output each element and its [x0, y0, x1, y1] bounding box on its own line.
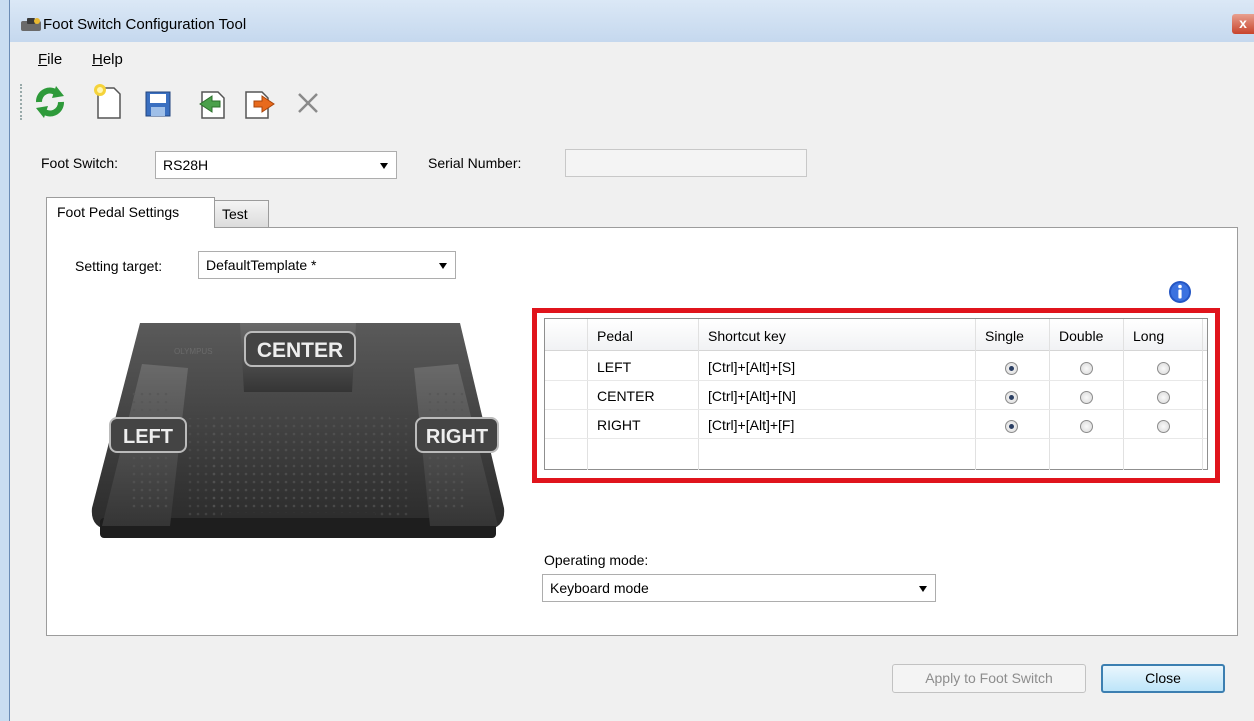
foot-switch-label: Foot Switch:	[41, 155, 119, 171]
apply-to-foot-switch-button[interactable]: Apply to Foot Switch	[892, 664, 1086, 693]
setting-target-value: DefaultTemplate *	[206, 257, 317, 273]
close-button[interactable]: Close	[1101, 664, 1225, 693]
column-header-single[interactable]: Single	[985, 328, 1024, 344]
column-divider	[1049, 319, 1050, 470]
column-divider	[698, 319, 699, 470]
serial-number-label: Serial Number:	[428, 155, 522, 171]
shortcut-key[interactable]: [Ctrl]+[Alt]+[F]	[708, 417, 794, 433]
foot-switch-value: RS28H	[163, 157, 209, 173]
tab-test-label: Test	[222, 206, 248, 222]
menu-help-rest: elp	[102, 51, 123, 68]
delete-button[interactable]	[288, 82, 328, 122]
window-title: Foot Switch Configuration Tool	[43, 16, 247, 33]
double-radio[interactable]	[1080, 391, 1093, 404]
save-button[interactable]	[138, 82, 178, 122]
shortcut-key[interactable]: [Ctrl]+[Alt]+[S]	[708, 359, 795, 375]
operating-mode-value: Keyboard mode	[550, 580, 649, 596]
row-divider	[545, 380, 1207, 381]
operating-mode-label: Operating mode:	[544, 552, 649, 568]
import-icon	[199, 91, 225, 119]
setting-target-dropdown[interactable]: DefaultTemplate *	[198, 251, 456, 279]
pedal-right-label: RIGHT	[426, 426, 488, 448]
column-header-pedal[interactable]: Pedal	[597, 328, 633, 344]
single-radio[interactable]	[1005, 362, 1018, 375]
refresh-icon	[36, 86, 64, 118]
double-radio[interactable]	[1080, 362, 1093, 375]
menu-file-rest: ile	[47, 51, 63, 68]
column-header-shortcut[interactable]: Shortcut key	[708, 328, 786, 344]
shortcut-key[interactable]: [Ctrl]+[Alt]+[N]	[708, 388, 796, 404]
single-radio[interactable]	[1005, 391, 1018, 404]
table-header	[545, 319, 1207, 351]
app-icon	[21, 18, 41, 31]
menu-file[interactable]: File	[38, 51, 62, 68]
tab-foot-pedal-settings[interactable]: Foot Pedal Settings	[46, 197, 215, 228]
setting-target-label: Setting target:	[75, 258, 163, 274]
chevron-down-icon	[919, 586, 927, 592]
toolbar-grip[interactable]	[20, 84, 22, 120]
pedal-left-label: LEFT	[123, 426, 173, 448]
tab-test[interactable]: Test	[214, 200, 269, 227]
pedal-center-label: CENTER	[257, 339, 343, 362]
pedal-name: CENTER	[597, 388, 655, 404]
export-icon	[245, 91, 275, 119]
new-file-icon	[94, 84, 121, 119]
column-header-double[interactable]: Double	[1059, 328, 1103, 344]
single-radio[interactable]	[1005, 420, 1018, 433]
close-window-button[interactable]: x	[1232, 14, 1254, 34]
long-radio[interactable]	[1157, 420, 1170, 433]
serial-number-field	[565, 149, 807, 177]
info-icon[interactable]	[1168, 280, 1192, 304]
delete-icon	[298, 93, 318, 113]
save-icon	[145, 91, 171, 117]
column-divider	[975, 319, 976, 470]
toolbar	[10, 76, 1254, 128]
pedal-name: RIGHT	[597, 417, 641, 433]
long-radio[interactable]	[1157, 362, 1170, 375]
pedal-brand-text: OLYMPUS	[174, 347, 213, 356]
app-window: Foot Switch Configuration Tool x File He…	[9, 0, 1254, 721]
pedal-settings-table: Pedal Shortcut key Single Double Long LE…	[544, 318, 1208, 470]
new-button[interactable]	[88, 82, 128, 122]
menu-bar: File Help	[10, 42, 1254, 72]
column-header-long[interactable]: Long	[1133, 328, 1164, 344]
column-divider	[1123, 319, 1124, 470]
chevron-down-icon	[439, 263, 447, 269]
import-button[interactable]	[190, 82, 230, 122]
export-button[interactable]	[240, 82, 280, 122]
refresh-button[interactable]	[30, 82, 70, 122]
menu-file-accel: F	[38, 51, 48, 68]
row-divider	[545, 438, 1207, 439]
menu-help[interactable]: Help	[92, 51, 123, 68]
foot-pedal-image: OLYMPUS CENTER LEFT RIGHT	[91, 323, 505, 538]
row-divider	[545, 409, 1207, 410]
pedal-name: LEFT	[597, 359, 632, 375]
column-divider	[1202, 319, 1203, 470]
title-bar: Foot Switch Configuration Tool x	[10, 0, 1254, 42]
menu-help-accel: H	[92, 51, 103, 68]
double-radio[interactable]	[1080, 420, 1093, 433]
long-radio[interactable]	[1157, 391, 1170, 404]
foot-switch-dropdown[interactable]: RS28H	[155, 151, 397, 179]
tab-foot-pedal-settings-label: Foot Pedal Settings	[57, 204, 180, 220]
column-divider	[587, 319, 588, 470]
operating-mode-dropdown[interactable]: Keyboard mode	[542, 574, 936, 602]
chevron-down-icon	[380, 163, 388, 169]
